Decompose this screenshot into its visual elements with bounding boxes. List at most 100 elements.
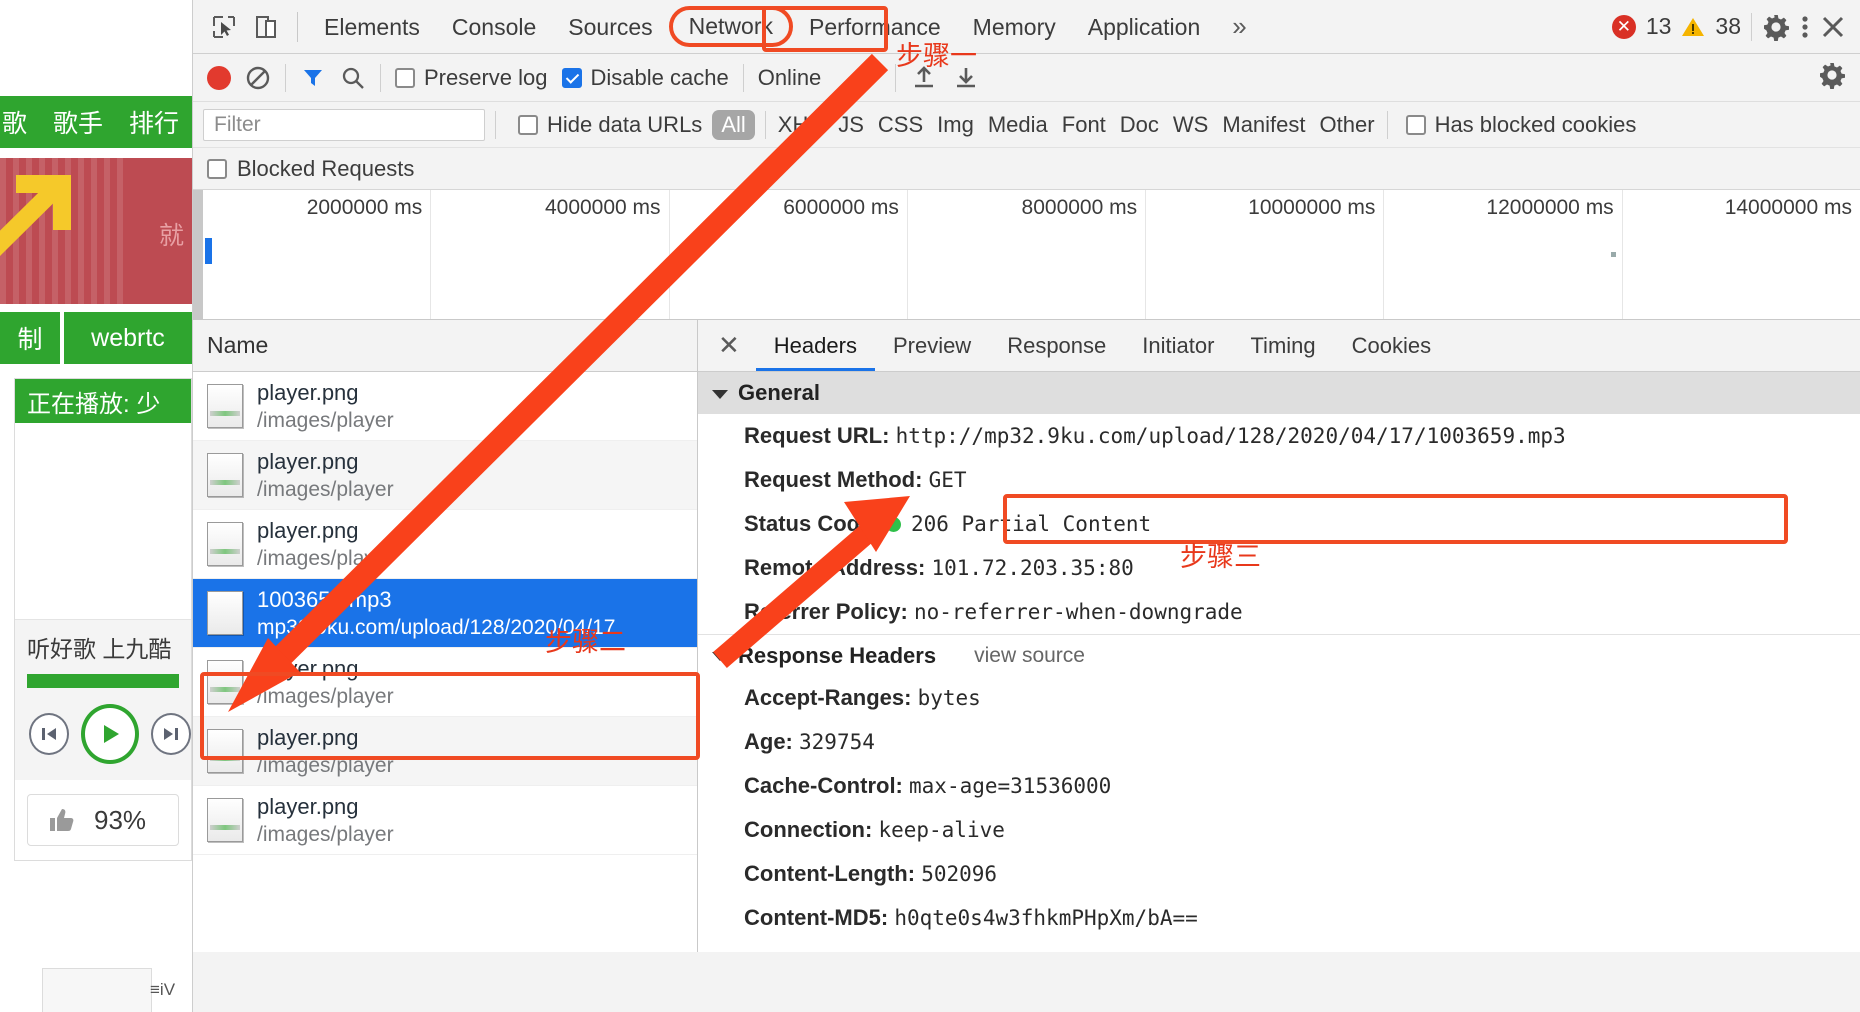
- play-icon: [104, 725, 119, 743]
- request-name: player.png: [257, 379, 359, 405]
- filter-type-doc[interactable]: Doc: [1118, 112, 1161, 138]
- site-nav-item-0[interactable]: 歌: [2, 104, 27, 140]
- filterbar-divider-1: [495, 110, 496, 139]
- clear-button[interactable]: [245, 65, 271, 91]
- filter-type-js[interactable]: JS: [836, 112, 866, 138]
- tab-application[interactable]: Application: [1072, 7, 1217, 47]
- inspect-element-icon[interactable]: [203, 7, 245, 47]
- details-tab-headers[interactable]: Headers: [755, 320, 875, 371]
- key-label: Referrer Policy:: [744, 599, 908, 624]
- error-icon[interactable]: ✕: [1611, 14, 1636, 39]
- table-row[interactable]: player.png /images/player: [193, 510, 697, 579]
- request-name: player.png: [257, 517, 359, 543]
- site-subtab-0[interactable]: 制: [0, 312, 60, 364]
- tab-elements[interactable]: Elements: [308, 7, 436, 47]
- chevron-down-icon: [712, 652, 728, 661]
- thumbs-up-icon: [50, 809, 74, 831]
- filter-type-img[interactable]: Img: [935, 112, 976, 138]
- image-thumbnail: [207, 384, 243, 428]
- value-text[interactable]: http://mp32.9ku.com/upload/128/2020/04/1…: [896, 424, 1566, 448]
- disable-cache-toggle[interactable]: Disable cache: [561, 65, 729, 91]
- annotation-step-3: 步骤三: [1180, 542, 1261, 572]
- table-row[interactable]: player.png /images/player: [193, 372, 697, 441]
- kebab-menu-icon[interactable]: [1800, 13, 1810, 41]
- view-source-link[interactable]: view source: [974, 644, 1085, 668]
- response-headers-section-header[interactable]: Response Headers view source: [698, 634, 1860, 676]
- device-toolbar-icon[interactable]: [245, 7, 287, 47]
- more-tabs-button[interactable]: »: [1216, 11, 1262, 42]
- site-subtabs[interactable]: 制 webrtc: [0, 312, 192, 364]
- has-blocked-cookies-toggle[interactable]: Has blocked cookies: [1405, 112, 1636, 138]
- site-banner[interactable]: 就: [0, 158, 192, 304]
- like-ratio-box[interactable]: 93%: [27, 794, 179, 846]
- filter-type-manifest[interactable]: Manifest: [1220, 112, 1307, 138]
- annotation-step-1: 步骤一: [896, 41, 977, 71]
- disable-cache-checkbox[interactable]: [561, 67, 582, 88]
- table-row[interactable]: player.png /images/player: [193, 786, 697, 855]
- site-nav-item-1[interactable]: 歌手: [53, 104, 103, 140]
- filter-type-all[interactable]: All: [712, 109, 755, 140]
- player-card: 正在播放: 少 听好歌 上九酷 93%: [14, 378, 192, 861]
- preserve-log-checkbox[interactable]: [395, 67, 415, 88]
- filter-funnel-icon[interactable]: [300, 65, 326, 91]
- overview-tick-label: 6000000 ms: [783, 196, 899, 219]
- player-body: [15, 423, 191, 619]
- filter-input[interactable]: Filter: [203, 108, 485, 141]
- tab-sources[interactable]: Sources: [552, 7, 668, 47]
- general-section-header[interactable]: General: [698, 372, 1860, 414]
- filter-type-font[interactable]: Font: [1060, 112, 1108, 138]
- general-row-referrer-policy: Referrer Policy: no-referrer-when-downgr…: [698, 590, 1860, 634]
- details-tab-preview[interactable]: Preview: [875, 320, 989, 371]
- has-blocked-cookies-checkbox[interactable]: [1405, 114, 1426, 135]
- preserve-log-label: Preserve log: [424, 64, 548, 90]
- warning-icon[interactable]: [1681, 16, 1705, 38]
- throttling-select[interactable]: Online: [758, 65, 882, 91]
- details-tab-timing[interactable]: Timing: [1232, 320, 1333, 371]
- close-details-icon[interactable]: ✕: [712, 330, 756, 361]
- network-overview-timeline[interactable]: 2000000 ms 4000000 ms 6000000 ms 8000000…: [193, 190, 1860, 320]
- network-filterbar: Filter Hide data URLs All XHR JS CSS Img…: [193, 102, 1860, 148]
- filter-type-media[interactable]: Media: [986, 112, 1050, 138]
- request-column-header[interactable]: Name: [193, 320, 697, 372]
- details-tab-cookies[interactable]: Cookies: [1334, 320, 1449, 371]
- annotation-step-2: 步骤二: [545, 627, 626, 657]
- overview-tick-6: 14000000 ms: [1623, 190, 1860, 319]
- close-icon[interactable]: [1820, 14, 1846, 40]
- previous-track-button[interactable]: [29, 713, 70, 755]
- general-section-title: General: [738, 380, 820, 405]
- hide-data-urls-checkbox[interactable]: [518, 114, 538, 135]
- filter-type-other[interactable]: Other: [1318, 112, 1377, 138]
- key-label: Request URL:: [744, 423, 890, 448]
- key-label: Content-MD5:: [744, 905, 889, 930]
- overview-tick-3: 8000000 ms: [908, 190, 1147, 319]
- details-tabbar: ✕ Headers Preview Response Initiator Tim…: [698, 320, 1860, 372]
- tabbar-divider: [297, 11, 298, 42]
- details-tab-initiator[interactable]: Initiator: [1124, 320, 1232, 371]
- key-label: Connection:: [744, 817, 873, 842]
- tab-console[interactable]: Console: [436, 7, 552, 47]
- player-progress[interactable]: [15, 668, 191, 698]
- next-track-button[interactable]: [150, 713, 191, 755]
- play-button[interactable]: [81, 704, 139, 764]
- search-icon[interactable]: [340, 65, 366, 91]
- network-settings-gear-icon[interactable]: [1818, 61, 1860, 94]
- now-playing-label: 正在播放: 少: [15, 379, 191, 423]
- site-nav-item-2[interactable]: 排行: [129, 104, 179, 140]
- blocked-requests-checkbox[interactable]: [207, 158, 227, 179]
- overview-tick-label: 2000000 ms: [306, 196, 423, 219]
- record-button[interactable]: [207, 65, 231, 90]
- filter-type-xhr[interactable]: XHR: [776, 112, 826, 138]
- player-progress-fill: [27, 674, 179, 688]
- player-controls[interactable]: [15, 698, 191, 780]
- site-nav[interactable]: 歌 歌手 排行: [0, 96, 192, 148]
- filter-type-ws[interactable]: WS: [1171, 112, 1210, 138]
- request-details-pane: ✕ Headers Preview Response Initiator Tim…: [698, 320, 1860, 952]
- hide-data-urls-toggle[interactable]: Hide data URLs: [518, 112, 702, 138]
- preserve-log-toggle[interactable]: Preserve log: [395, 65, 548, 91]
- gear-icon[interactable]: [1762, 13, 1790, 41]
- general-row-remote-address: Remote Address: 101.72.203.35:80: [698, 546, 1860, 590]
- site-subtab-1[interactable]: webrtc: [64, 312, 192, 364]
- filter-type-css[interactable]: CSS: [876, 112, 925, 138]
- table-row[interactable]: player.png /images/player: [193, 441, 697, 510]
- details-tab-response[interactable]: Response: [989, 320, 1124, 371]
